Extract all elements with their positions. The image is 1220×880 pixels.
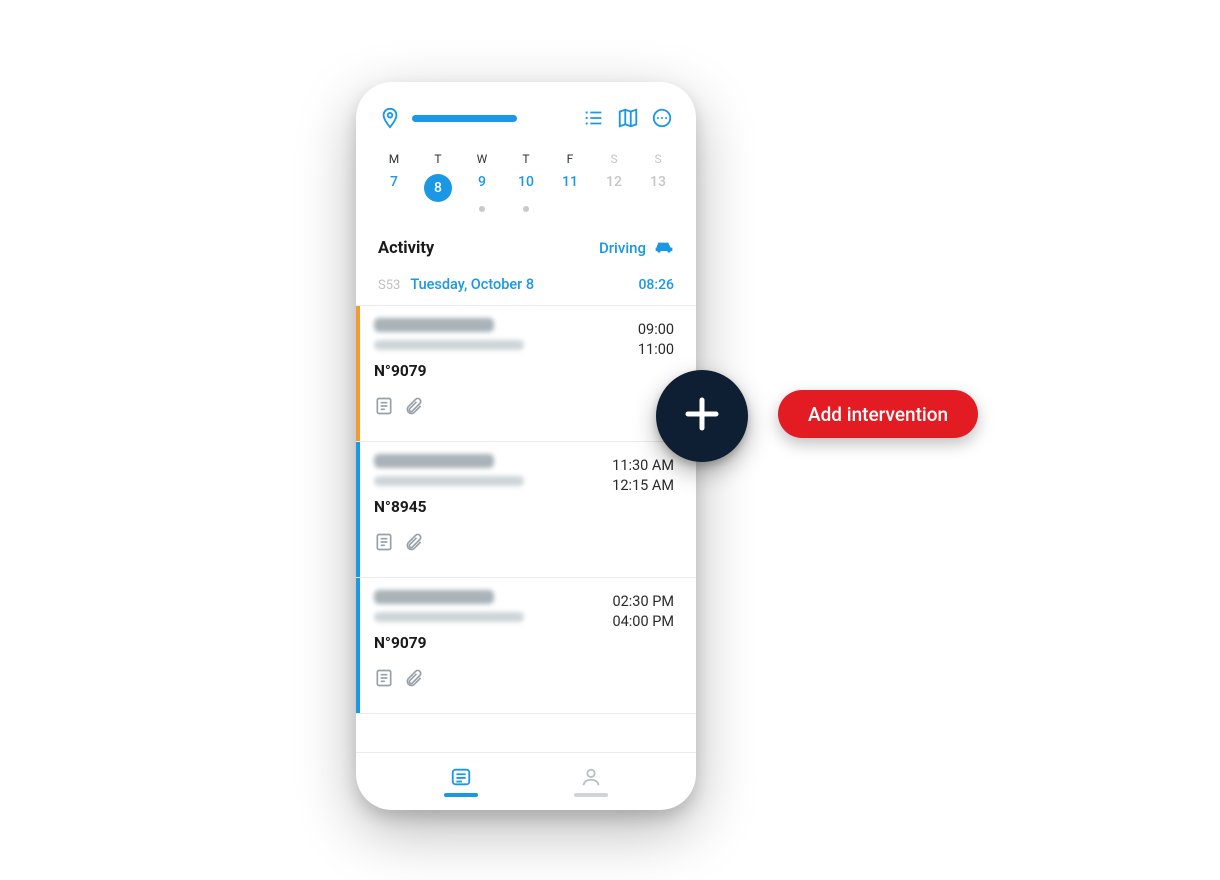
cards-list[interactable]: N°907909:0011:00N°894511:30 AM12:15 AMN°… [356,305,696,752]
car-icon [654,238,674,258]
topbar [356,82,696,144]
day-number: 8 [424,174,452,202]
date-text: Tuesday, October 8 [410,276,628,293]
card-title-redacted [374,318,494,332]
day-dot-indicator [523,206,529,212]
job-number: N°9079 [374,634,612,652]
card-time-start: 09:00 [638,320,674,340]
card-time-start: 11:30 AM [612,456,674,476]
more-icon[interactable] [650,106,674,130]
nav-underline-inactive [574,793,608,797]
location-label-placeholder [412,115,517,122]
day-letter: S [654,152,661,166]
day-letter: S [610,152,617,166]
nav-tab-user[interactable] [574,766,608,797]
day-col-7[interactable]: M7 [378,152,410,202]
job-number: N°8945 [374,498,612,516]
card-subtitle-redacted [374,612,524,622]
day-letter: W [477,152,488,166]
status-driving[interactable]: Driving [599,238,674,258]
activity-header: Activity Driving [356,216,696,266]
notes-icon[interactable] [374,396,394,416]
card-row[interactable]: N°8945 11:30 AM12:15 AM [356,442,696,578]
date-line: S53 Tuesday, October 8 08:26 [356,266,696,305]
list-view-icon[interactable] [582,106,606,130]
day-col-10[interactable]: T 10 [510,152,542,202]
add-intervention-pill[interactable]: Add intervention [778,390,978,438]
day-dot-indicator [479,206,485,212]
attachment-icon[interactable] [404,532,424,552]
current-time: 08:26 [638,277,674,293]
week-code: S53 [378,278,400,293]
job-number: N°9079 [374,362,638,380]
add-intervention-label: Add intervention [808,403,948,426]
day-letter: T [434,152,441,166]
day-col-9[interactable]: W9 [466,152,498,202]
bottom-nav [356,752,696,810]
attachment-icon[interactable] [404,668,424,688]
card-title-redacted [374,590,494,604]
day-col-8[interactable]: T8 [422,152,454,202]
day-number: 11 [562,174,578,190]
card-subtitle-redacted [374,340,524,350]
card-time-end: 12:15 AM [612,476,674,496]
nav-underline-active [444,793,478,797]
day-col-13[interactable]: S 13 [642,152,674,202]
card-row[interactable]: N°9079 02:30 PM04:00 PM [356,578,696,714]
day-number: 10 [518,174,534,190]
day-col-11[interactable]: F 11 [554,152,586,202]
attachment-icon[interactable] [404,396,424,416]
day-number: 7 [390,174,398,190]
card-title-redacted [374,454,494,468]
day-letter: T [522,152,529,166]
card-subtitle-redacted [374,476,524,486]
phone-frame: M7T8W9T10F11S12S13 Activity Driving S53 … [356,82,696,810]
plus-icon [680,392,724,440]
card-stripe [356,578,360,713]
day-col-12[interactable]: S 12 [598,152,630,202]
card-stripe [356,442,360,577]
day-letter: M [389,152,399,166]
card-time-end: 11:00 [638,340,674,360]
week-strip: M7T8W9T10F11S12S13 [356,144,696,208]
card-time-end: 04:00 PM [612,612,674,632]
add-intervention-fab[interactable] [656,370,748,462]
notes-icon[interactable] [374,532,394,552]
location-pin-icon[interactable] [378,106,402,130]
day-number: 13 [650,174,666,190]
day-letter: F [567,152,574,166]
card-time-start: 02:30 PM [612,592,674,612]
activity-title: Activity [378,239,434,258]
map-icon[interactable] [616,106,640,130]
card-stripe [356,306,360,441]
notes-icon[interactable] [374,668,394,688]
card-row[interactable]: N°9079 09:0011:00 [356,306,696,442]
day-number: 12 [606,174,622,190]
day-number: 9 [478,174,486,190]
status-label: Driving [599,239,646,257]
nav-tab-list[interactable] [444,766,478,797]
